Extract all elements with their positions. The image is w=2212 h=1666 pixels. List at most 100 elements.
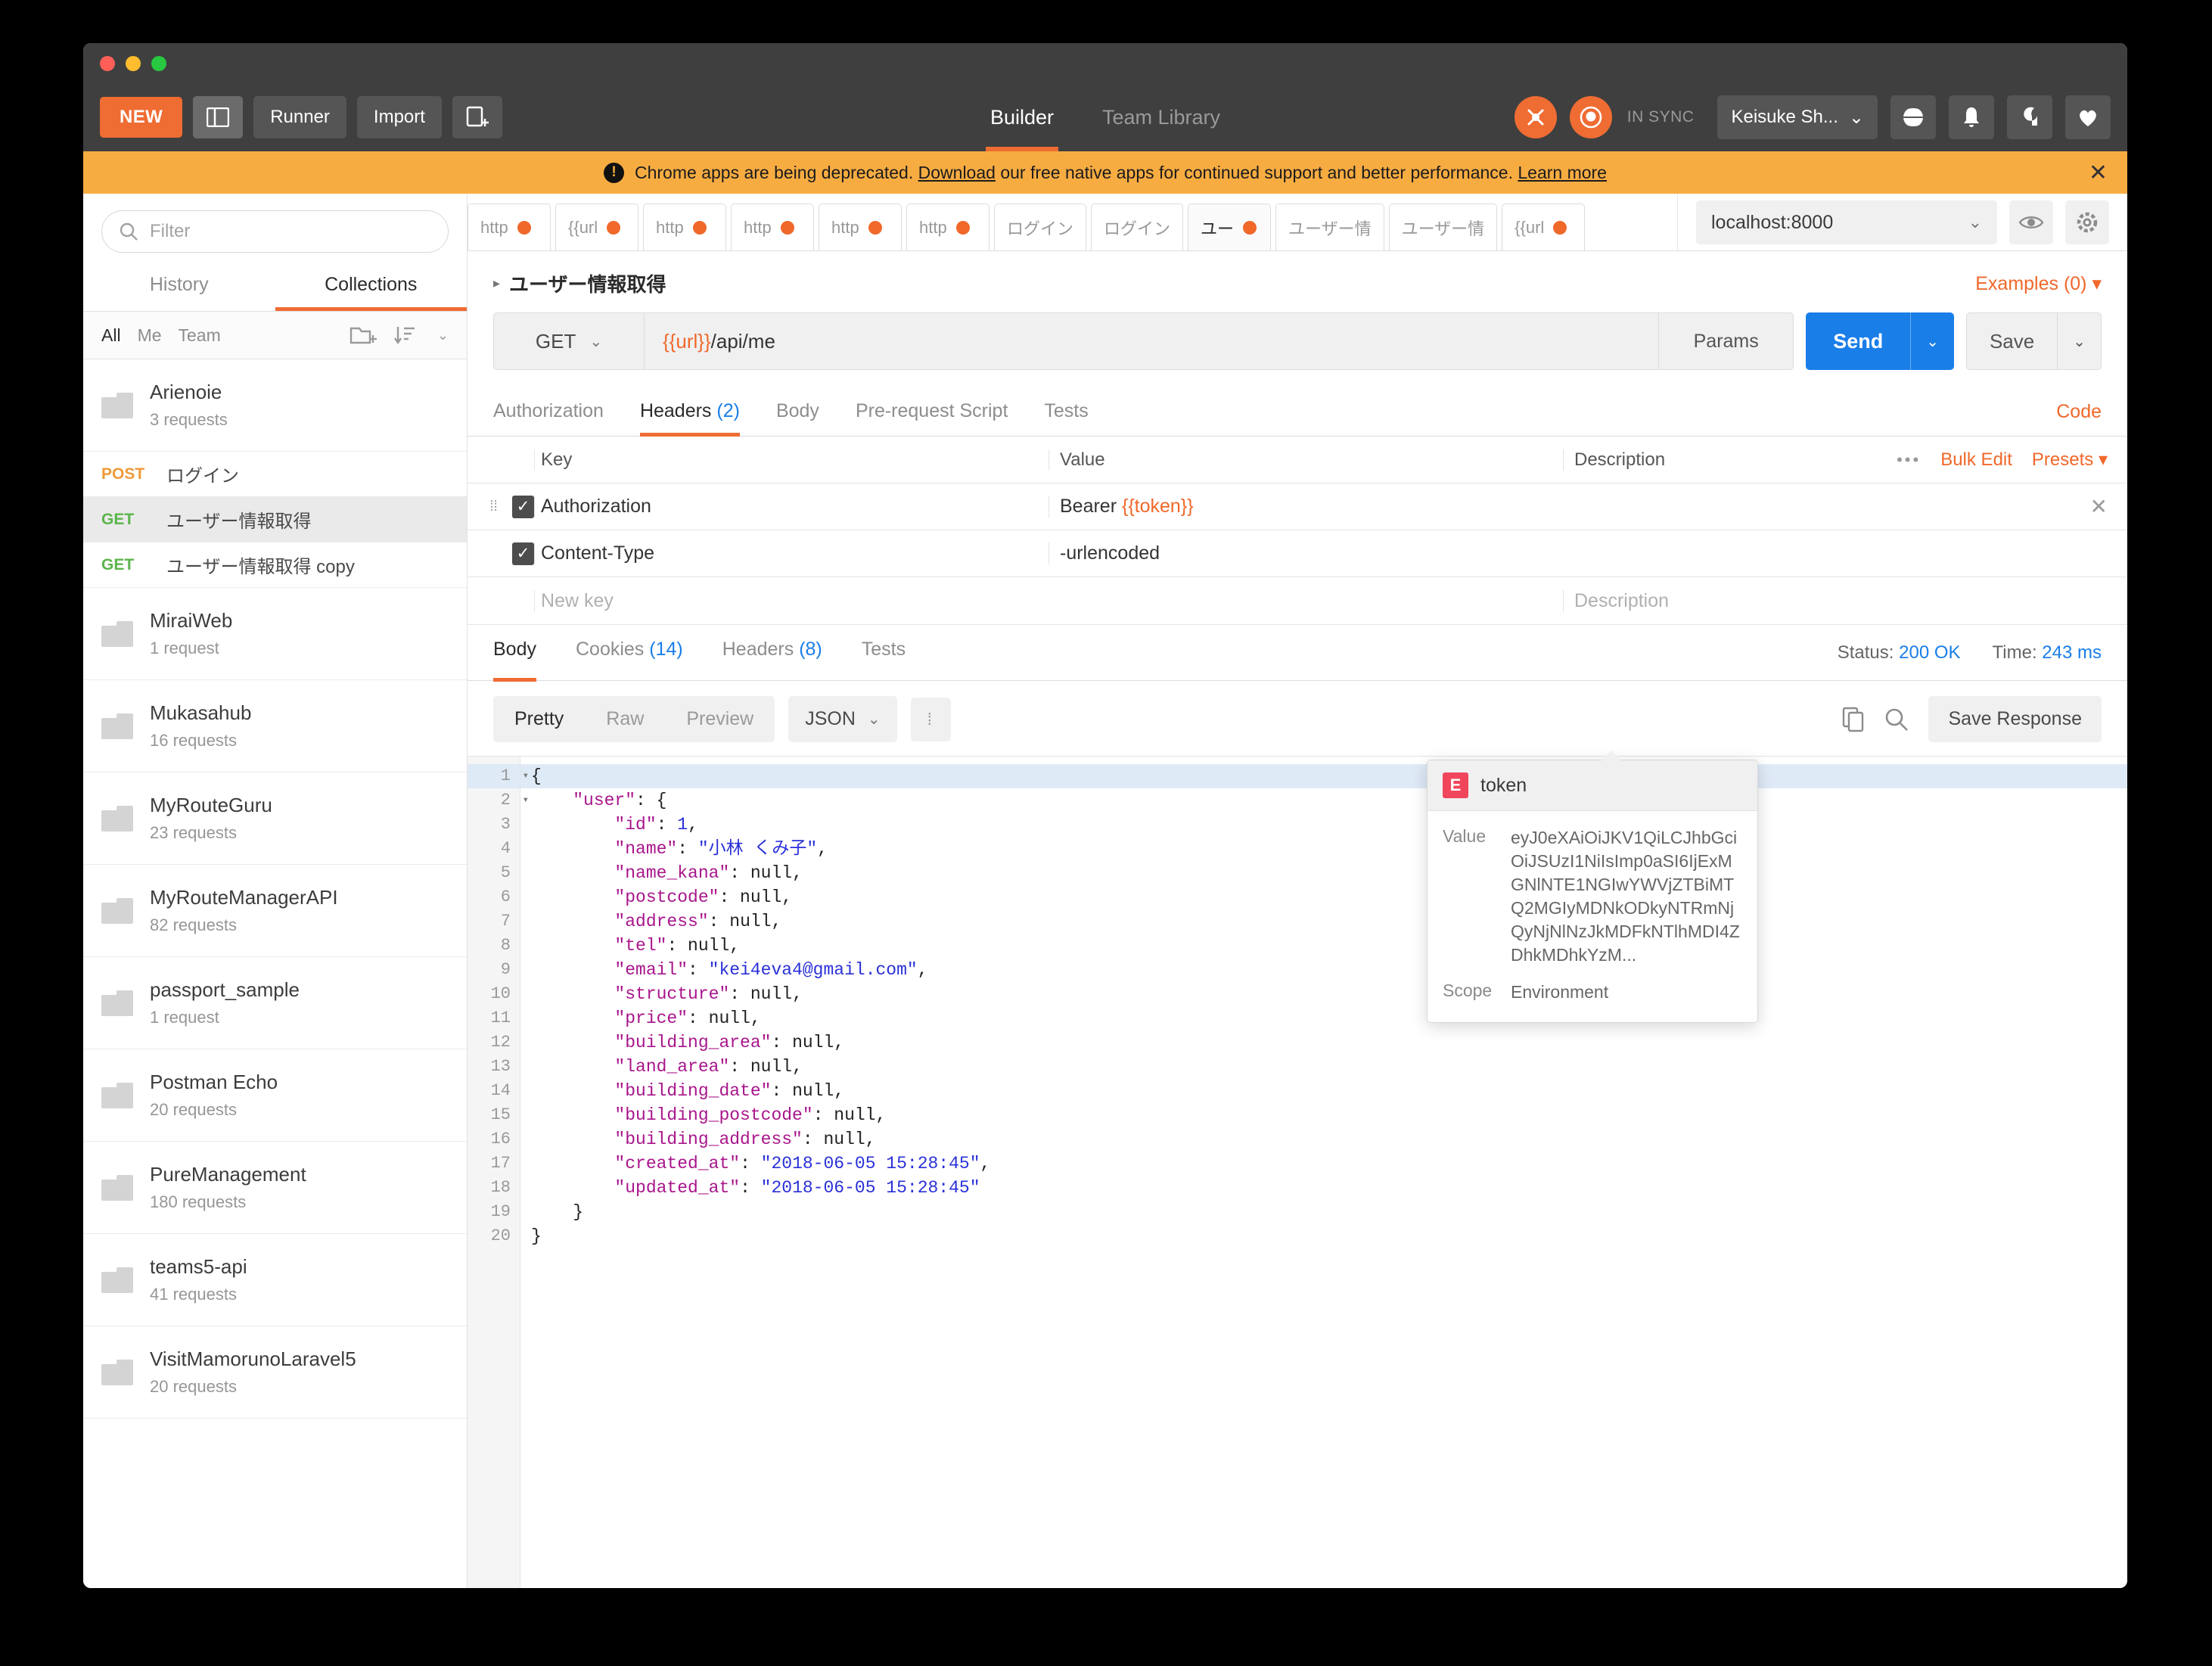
tab-team-library[interactable]: Team Library [1098, 83, 1225, 151]
new-folder-icon[interactable] [350, 324, 377, 347]
request-tab-body[interactable]: Body [758, 388, 837, 436]
sidebar-tab-collections[interactable]: Collections [275, 263, 468, 311]
sort-icon[interactable] [393, 325, 421, 346]
environment-quick-look-button[interactable] [2009, 200, 2053, 244]
new-key-input[interactable]: New key [534, 589, 1049, 612]
method-selector[interactable]: GET ⌄ [493, 312, 645, 370]
collection-item[interactable]: MiraiWeb 1 request [83, 588, 467, 680]
request-tab-pre-request-script[interactable]: Pre-request Script [837, 388, 1026, 436]
request-tab[interactable]: http [906, 204, 989, 250]
row-checkbox[interactable]: ✓ [512, 495, 534, 518]
request-tab[interactable]: ユーザー情 [1388, 204, 1498, 250]
url-input[interactable]: {{url}}/api/me [645, 312, 1660, 370]
response-tab-cookies[interactable]: Cookies (14) [556, 625, 703, 681]
request-tab-strip[interactable]: http {{url http http http http ログイン ログイン ユー ユーザー情… [468, 204, 1648, 250]
bulk-edit-button[interactable]: Bulk Edit [1940, 449, 2012, 471]
response-body-code[interactable]: { "user": { "id": 1, "name": "小林 くみ子", "… [520, 757, 2127, 1588]
settings-wrench-button[interactable] [2007, 95, 2052, 139]
collection-item[interactable]: passport_sample 1 request [83, 957, 467, 1049]
header-value[interactable]: -urlencoded [1049, 542, 1563, 564]
response-tabs[interactable]: Body Cookies (14) Headers (8) Tests Status:… [468, 625, 2127, 682]
header-value-variable[interactable]: {{token}} [1122, 496, 1194, 517]
request-tab-headers[interactable]: Headers (2) [622, 388, 758, 437]
header-value[interactable]: Bearer {{token}} [1049, 496, 1563, 518]
code-link[interactable]: Code [2056, 401, 2102, 423]
new-description-input[interactable]: Description [1563, 589, 2127, 612]
view-mode-raw[interactable]: Raw [585, 696, 665, 742]
request-tab-authorization[interactable]: Authorization [493, 388, 622, 436]
collection-item[interactable]: MyRouteManagerAPI 82 requests [83, 865, 467, 957]
environment-selector[interactable]: localhost:8000 ⌄ [1696, 200, 1997, 244]
request-tab[interactable]: http [731, 204, 814, 250]
collection-item[interactable]: VisitMamorunoLaravel5 20 requests [83, 1326, 467, 1419]
view-mode-preview[interactable]: Preview [665, 696, 775, 742]
collection-item[interactable]: Mukasahub 16 requests [83, 680, 467, 772]
close-window-button[interactable] [100, 55, 115, 71]
request-tab[interactable]: http [468, 204, 551, 250]
maximize-window-button[interactable] [151, 55, 166, 71]
header-key[interactable]: Content-Type [534, 542, 1049, 564]
params-button[interactable]: Params [1659, 312, 1794, 370]
examples-dropdown[interactable]: Examples (0) ▾ [1975, 272, 2102, 295]
collection-item[interactable]: PureManagement 180 requests [83, 1142, 467, 1234]
collection-item[interactable]: Postman Echo 20 requests [83, 1049, 467, 1142]
environment-settings-button[interactable] [2065, 200, 2109, 244]
delete-row-button[interactable]: ✕ [2090, 494, 2108, 519]
response-format-selector[interactable]: JSON ⌄ [788, 696, 897, 742]
favorites-button[interactable] [2065, 95, 2111, 139]
sort-chevron-icon[interactable]: ⌄ [437, 328, 449, 343]
request-tab[interactable]: ログイン [1091, 204, 1184, 250]
filter-input[interactable]: Filter [101, 210, 449, 253]
banner-download-link[interactable]: Download [918, 163, 996, 183]
save-button[interactable]: Save ⌄ [1965, 312, 2102, 370]
expand-description-icon[interactable]: ▸ [493, 275, 500, 291]
drag-handle-icon[interactable]: ⁞⁞ [484, 499, 503, 514]
notifications-button[interactable] [1949, 95, 1994, 139]
response-tab-body[interactable]: Body [493, 625, 556, 682]
banner-learn-more-link[interactable]: Learn more [1518, 163, 1607, 183]
response-view-mode-group[interactable]: Pretty Raw Preview [493, 696, 775, 742]
scope-team[interactable]: Team [179, 325, 221, 346]
copy-icon[interactable] [1842, 707, 1865, 732]
import-button[interactable]: Import [356, 96, 442, 138]
collections-list[interactable]: Arienoie 3 requests POST ログイン GET ユーザー情報取得 GET… [83, 359, 467, 1588]
request-tab[interactable]: http [643, 204, 726, 250]
row-drag-cell[interactable]: ⁞⁞ ✓ [468, 542, 534, 565]
sidebar-tab-history[interactable]: History [83, 263, 275, 311]
banner-close-button[interactable]: ✕ [2089, 160, 2108, 186]
scope-me[interactable]: Me [138, 325, 162, 346]
new-button[interactable]: NEW [100, 97, 183, 138]
window-controls[interactable] [100, 55, 166, 71]
send-options-chevron-icon[interactable]: ⌄ [1911, 332, 1954, 351]
table-row[interactable]: ⁞⁞ ✓ Authorization Bearer {{token}} ✕ [468, 483, 2127, 530]
toggle-sidebar-button[interactable] [193, 96, 244, 138]
request-tab[interactable]: ユーザー情 [1275, 204, 1384, 250]
save-response-button[interactable]: Save Response [1928, 696, 2102, 742]
request-item[interactable]: GET ユーザー情報取得 [83, 497, 467, 542]
table-row[interactable]: ⁞⁞ ✓ Content-Type -urlencoded [468, 530, 2127, 577]
new-tab-button[interactable] [452, 96, 502, 138]
collection-item[interactable]: Arienoie 3 requests [83, 359, 467, 452]
request-item[interactable]: GET ユーザー情報取得 copy [83, 542, 467, 588]
request-section-tabs[interactable]: Authorization Headers (2) Body Pre-request … [468, 388, 2127, 437]
collection-item[interactable]: teams5-api 41 requests [83, 1234, 467, 1326]
request-tab[interactable]: {{url [1502, 204, 1586, 250]
table-row-new[interactable]: New key Description [468, 577, 2127, 624]
response-body-viewer[interactable]: 1234567891011121314151617181920 { "user"… [468, 756, 2127, 1588]
minimize-window-button[interactable] [126, 55, 141, 71]
request-tab[interactable]: http [819, 204, 902, 250]
response-wrap-toggle[interactable]: ⁞ [910, 697, 951, 741]
response-tab-tests[interactable]: Tests [842, 625, 925, 681]
request-tab[interactable]: ユー [1188, 204, 1272, 250]
collection-item[interactable]: MyRouteGuru 23 requests [83, 772, 467, 865]
search-icon[interactable] [1884, 707, 1909, 732]
request-tab-tests[interactable]: Tests [1026, 388, 1106, 436]
more-options-icon[interactable]: ••• [1897, 450, 1921, 470]
sync-status-button[interactable] [1569, 96, 1612, 138]
row-checkbox[interactable]: ✓ [512, 542, 534, 565]
presets-button[interactable]: Presets ▾ [2032, 449, 2108, 471]
user-menu-button[interactable]: Keisuke Sh... ⌄ [1717, 95, 1878, 139]
save-options-chevron-icon[interactable]: ⌄ [2058, 332, 2101, 351]
header-key[interactable]: Authorization [534, 496, 1049, 518]
send-button[interactable]: Send ⌄ [1806, 312, 1954, 370]
